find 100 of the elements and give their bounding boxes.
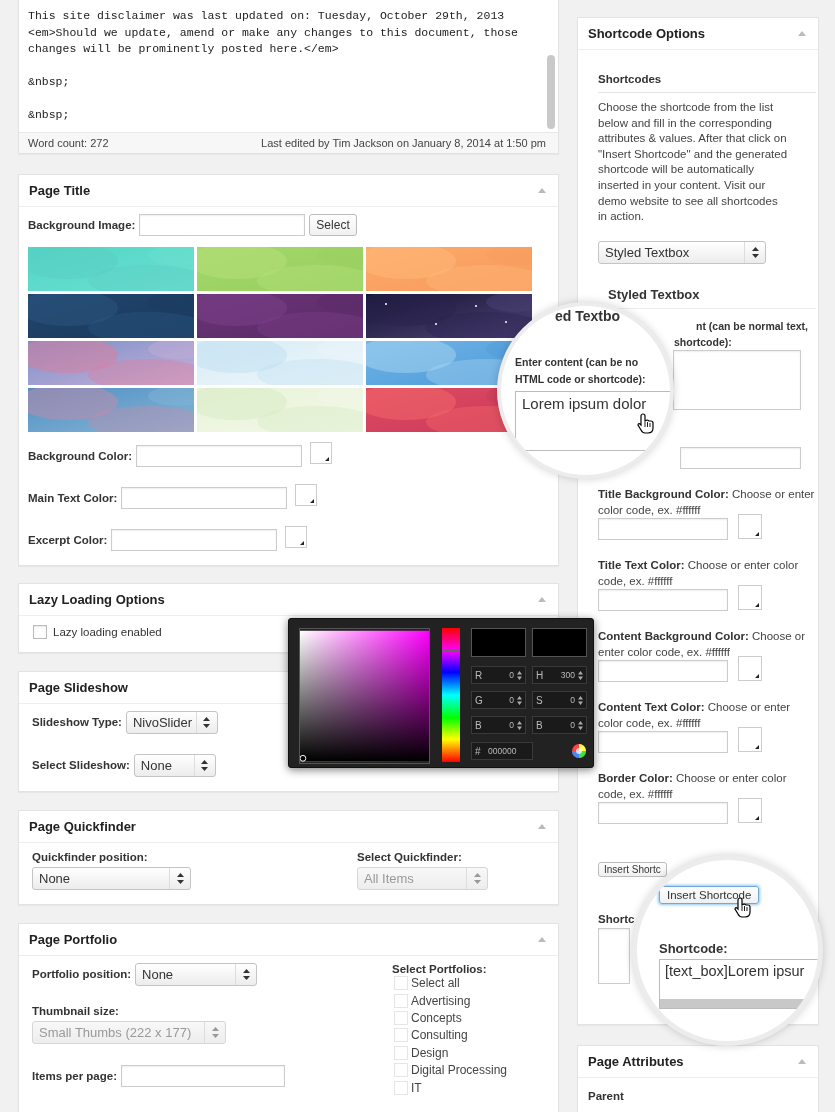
hand-cursor-icon (734, 897, 751, 918)
text-value: [text_box]Lorem ipsur (665, 963, 806, 979)
panel-title: Lazy Loading Options (29, 591, 165, 607)
text-area[interactable] (673, 349, 801, 410)
number-field[interactable]: S 0 (532, 691, 587, 709)
field-label: Background Color: (28, 449, 133, 462)
text-value: Lorem ipsum dolor (522, 395, 647, 412)
field-label: Select Slideshow: (32, 759, 130, 771)
panel-title: Shortcode Options (588, 26, 705, 41)
color-preview (532, 628, 587, 657)
field-label: Slideshow Type: (32, 716, 122, 728)
spinner-icon (578, 695, 583, 705)
color-swatch-button[interactable] (738, 798, 762, 824)
checkbox-label: Design (411, 1045, 449, 1060)
input-field[interactable] (598, 659, 728, 682)
field-label: Quickfinder position: (32, 850, 149, 863)
hex-field[interactable]: # 000000 (471, 742, 533, 760)
updown-arrows-icon (473, 872, 481, 884)
updown-arrows-icon (751, 246, 759, 258)
updown-arrows-icon (176, 872, 184, 884)
description-text: Choose the shortcode from the list below and fill in the corresponding attributes & values. After that click on "Insert Shortcode" and the generated shortcode will be automatically inserted in your content. Visit our demo website to see all shortcodes in action. (598, 100, 789, 225)
select-button[interactable]: Select (309, 213, 357, 236)
color-swatch-button[interactable] (310, 442, 333, 464)
field-label: Portfolio position: (32, 968, 131, 980)
collapse-toggle-icon[interactable] (538, 823, 546, 829)
color-wheel-icon (571, 743, 587, 759)
field-label: nt (can be normal text, (696, 318, 809, 334)
field-label: Content Background Color: Choose or enter color code, ex. #ffffff (598, 628, 807, 660)
dropdown[interactable]: NivoSlider (125, 710, 218, 734)
dropdown[interactable]: Styled Textbox (598, 240, 766, 264)
checkbox-label: Digital Processing (411, 1063, 508, 1078)
collapse-toggle-icon[interactable] (538, 187, 546, 193)
field-label: Enter content (can be no (515, 355, 640, 370)
input-field[interactable] (680, 446, 801, 469)
spinner-icon (517, 695, 522, 705)
section-title: Shortcodes (598, 73, 816, 93)
number-field[interactable]: B 0 (471, 716, 526, 734)
spinner-icon (517, 720, 522, 730)
hue-slider[interactable] (442, 628, 460, 762)
collapse-toggle-icon[interactable] (798, 1058, 806, 1064)
input-field[interactable] (598, 517, 728, 540)
text-area[interactable]: [text_box]Lorem ipsur (659, 959, 818, 1009)
collapse-toggle-icon[interactable] (798, 31, 806, 36)
saturation-brightness-area[interactable] (299, 628, 431, 764)
input-field[interactable] (139, 213, 306, 236)
code-line: &nbsp; (28, 107, 71, 123)
checkbox-label: Consulting (411, 1028, 468, 1043)
number-field[interactable]: B 0 (532, 716, 587, 734)
checkbox-label: Advertising (411, 993, 471, 1008)
checkbox-label: IT (411, 1080, 422, 1095)
field-label: Border Color: Choose or enter color code, ex. #ffffff (598, 770, 788, 802)
input-field[interactable] (121, 1064, 285, 1087)
section-heading: ed Textbo (555, 308, 622, 324)
color-swatch-button[interactable] (738, 656, 762, 682)
field-label: Shortc (598, 912, 635, 925)
field-label: Title Background Color: Choose or enter color code, ex. #ffffff (598, 486, 816, 518)
field-label: Select Quickfinder: (357, 850, 463, 863)
number-field[interactable]: H 300 (532, 666, 587, 684)
insert-shortcode-button[interactable]: Insert Shortcode (659, 886, 760, 904)
panel-title: Page Attributes (588, 1053, 684, 1069)
collapse-toggle-icon[interactable] (538, 936, 546, 942)
input-field[interactable] (111, 528, 278, 551)
text-area[interactable] (598, 927, 630, 984)
input-field[interactable] (121, 486, 288, 509)
field-label: Shortcode: (659, 941, 729, 956)
panel-title: Page Slideshow (29, 679, 128, 695)
input-field[interactable] (598, 801, 728, 824)
spinner-icon (578, 720, 583, 730)
checkbox-label: Concepts (411, 1010, 462, 1025)
color-swatch-button[interactable] (738, 514, 762, 540)
field-label: Items per page: (32, 1069, 117, 1082)
color-swatch-button[interactable] (738, 585, 762, 611)
input-field[interactable] (136, 444, 303, 467)
color-preview (471, 628, 526, 657)
dropdown[interactable]: None (135, 962, 257, 986)
updown-arrows-icon (242, 968, 250, 980)
field-label: Excerpt Color: (28, 533, 108, 546)
field-label: Background Image: (28, 218, 136, 231)
dropdown[interactable]: None (32, 866, 191, 890)
code-line: changes will be prominently posted here.</em> (28, 41, 340, 57)
field-label: Parent (588, 1089, 625, 1102)
color-swatch-button[interactable] (295, 484, 318, 506)
scrollbar[interactable] (547, 55, 555, 129)
collapse-toggle-icon[interactable] (538, 596, 546, 602)
updown-arrows-icon (201, 759, 209, 771)
field-label: HTML code or shortcode): (515, 372, 647, 387)
field-label: Thumbnail size: (32, 1004, 120, 1017)
updown-arrows-icon (203, 716, 211, 728)
insert-shortcode-button[interactable]: Insert Shortc (598, 861, 667, 877)
color-swatch-button[interactable] (285, 526, 308, 548)
checkbox[interactable] (33, 624, 47, 639)
field-label: Content Text Color: Choose or enter color code, ex. #ffffff (598, 699, 792, 731)
spinner-icon (517, 670, 522, 680)
number-field[interactable]: R 0 (471, 666, 526, 684)
color-swatch-button[interactable] (738, 727, 762, 753)
input-field[interactable] (598, 588, 728, 611)
number-field[interactable]: G 0 (471, 691, 526, 709)
input-field[interactable] (598, 730, 728, 753)
hand-cursor-icon (637, 413, 654, 434)
dropdown[interactable]: None (133, 753, 216, 777)
